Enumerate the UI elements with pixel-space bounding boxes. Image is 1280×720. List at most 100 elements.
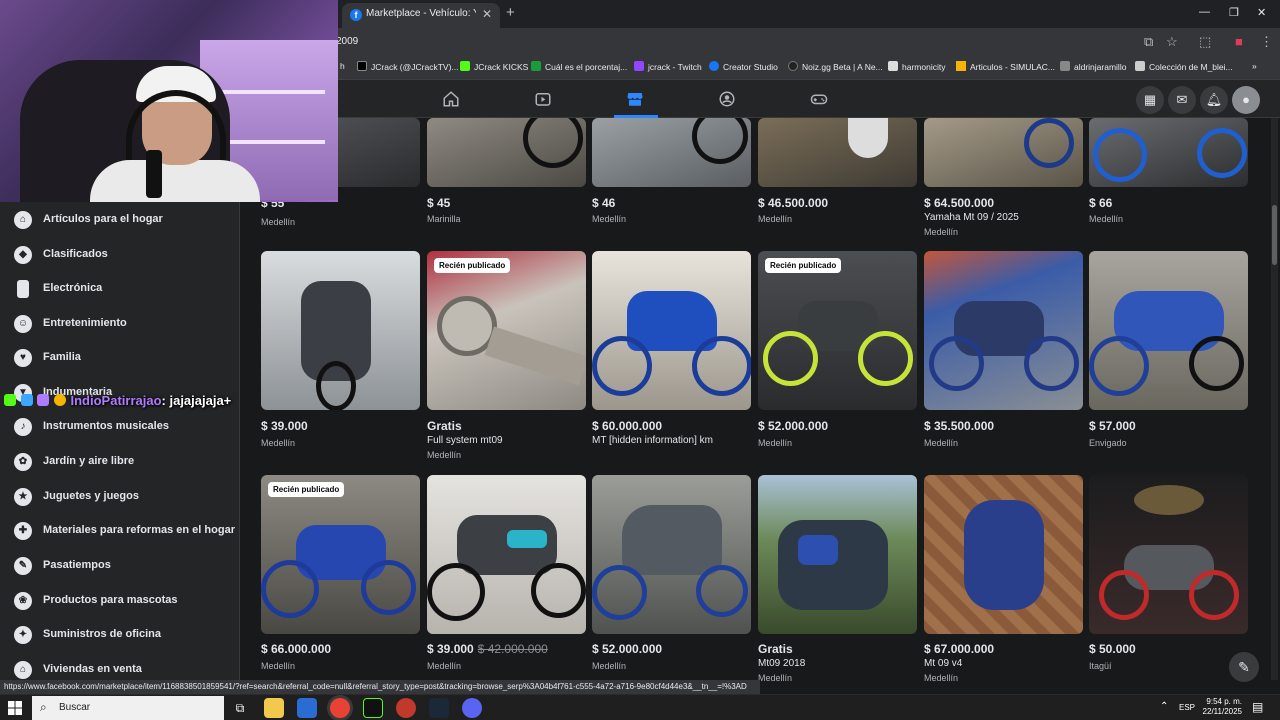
people-icon: ☺ (14, 315, 32, 333)
wheel-shape (361, 560, 416, 615)
wheel-shape (1197, 128, 1247, 178)
listing-photo (427, 118, 586, 187)
video-icon[interactable] (534, 90, 552, 108)
steam-icon[interactable] (429, 698, 449, 718)
search-placeholder: Buscar (59, 702, 91, 713)
listing-old-price: $ 42.000.000 (477, 642, 548, 656)
outlook-icon[interactable] (297, 698, 317, 718)
sidebar-item-instrumentos[interactable]: ♪ Instrumentos musicales (10, 412, 235, 442)
browser-tab[interactable]: f Marketplace - Vehículo: Ya ✕ (342, 3, 500, 28)
document-icon (1135, 61, 1145, 71)
notification-center-icon[interactable]: ▤ (1252, 700, 1263, 714)
plant-icon: ✿ (14, 453, 32, 471)
listing-price: $ 66 (1089, 196, 1113, 210)
sidebar-item-materiales[interactable]: ✚ Materiales para reformas en el hogar (10, 516, 235, 546)
bookmark-item[interactable]: JCrack (@JCrackTV)... (357, 61, 459, 72)
sidebar-item-pasatiempos[interactable]: ✎ Pasatiempos (10, 551, 235, 581)
bookmark-item[interactable]: jcrack - Twitch (634, 61, 702, 72)
cast-icon[interactable]: ⧉ (1144, 34, 1153, 50)
tab-close-icon[interactable]: ✕ (482, 7, 492, 21)
tray-chevron-icon[interactable]: ⌃ (1160, 701, 1168, 712)
recently-published-badge: Recién publicado (268, 482, 345, 497)
bookmark-item[interactable]: Colección de M_blei... (1135, 61, 1233, 72)
bookmark-item[interactable]: Cuál es el porcentaj... (531, 61, 627, 72)
page-scrollbar-thumb[interactable] (1272, 205, 1277, 265)
listing-location: Marinilla (427, 214, 461, 224)
gaming-icon[interactable] (810, 90, 828, 108)
profile-extension-icon[interactable]: ■ (1235, 34, 1243, 49)
task-view-icon[interactable]: ⧉ (230, 698, 250, 718)
wheel-shape (692, 336, 751, 396)
discord-icon[interactable] (462, 698, 482, 718)
more-bookmarks-icon[interactable]: » (1252, 61, 1257, 71)
extensions-icon[interactable]: ⬚ (1199, 34, 1211, 50)
listing-price: $ 39.000 (261, 419, 308, 433)
new-tab-icon[interactable]: + (506, 4, 515, 21)
site-favicon-icon (531, 61, 541, 71)
listing-price: $ 45 (427, 196, 451, 210)
wheel-shape (929, 336, 984, 391)
emote-badge-icon (37, 394, 50, 406)
noiz-logo-icon (788, 61, 798, 71)
shop-logo-shape (1134, 485, 1204, 515)
listing-location: Medellín (261, 438, 296, 448)
wheel-shape (692, 118, 748, 164)
microphone-icon (146, 150, 162, 198)
page-scrollbar-track[interactable] (1271, 118, 1278, 680)
chrome-icon[interactable] (330, 698, 350, 718)
messenger-icon[interactable]: ✉ (1168, 86, 1196, 114)
listing-location: Medellín (427, 661, 462, 671)
paw-icon: ❀ (14, 592, 32, 610)
browser-menu-icon[interactable]: ⋮ (1260, 34, 1273, 50)
sidebar-item-familia[interactable]: ♥ Familia (10, 343, 235, 373)
bookmark-item[interactable]: harmonicity (888, 61, 945, 72)
groups-icon[interactable] (718, 90, 736, 108)
minimize-icon[interactable]: — (1199, 6, 1210, 18)
wheel-shape (1093, 128, 1147, 182)
motorcycle-shape (622, 505, 722, 575)
bookmark-item[interactable]: h (340, 61, 345, 71)
notifications-bell-icon[interactable]: 🔔︎ (1200, 86, 1228, 114)
compose-message-icon[interactable]: ✎ (1229, 652, 1259, 682)
bookmark-item[interactable]: Creator Studio (709, 61, 778, 72)
wheel-shape (592, 565, 647, 620)
search-icon: ⌕ (40, 700, 47, 714)
marketplace-icon[interactable] (626, 90, 644, 108)
bookmark-item[interactable]: JCrack KICKS (460, 61, 528, 72)
windows-start-icon[interactable] (8, 701, 22, 715)
sidebar-item-juguetes[interactable]: ★ Juguetes y juegos (10, 482, 235, 512)
restore-icon[interactable]: ❐ (1229, 6, 1239, 19)
tray-language[interactable]: ESP (1179, 703, 1195, 712)
sidebar-item-hogar[interactable]: ⌂ Artículos para el hogar (10, 205, 235, 235)
listing-location: Medellín (758, 673, 793, 683)
sidebar-item-oficina[interactable]: ✦ Suministros de oficina (10, 620, 235, 650)
terminal-icon[interactable] (363, 698, 383, 718)
listing-price: $ 46 (592, 196, 616, 210)
listing-title: Yamaha Mt 09 / 2025 (924, 212, 1019, 223)
url-text[interactable]: 2009 (336, 36, 358, 47)
sidebar-item-clasificados[interactable]: ◆ Clasificados (10, 240, 235, 270)
listing-photo (592, 251, 751, 410)
taskbar-search-box[interactable]: ⌕ Buscar (32, 696, 224, 720)
streamer-webcam-overlay (0, 0, 338, 202)
tray-date[interactable]: 22/11/2025 (1200, 707, 1242, 716)
x-logo-icon (357, 61, 367, 71)
sidebar-item-electronica[interactable]: Electrónica (10, 274, 235, 304)
bookmark-star-icon[interactable]: ☆ (1166, 34, 1178, 50)
wheel-shape (1024, 336, 1079, 391)
brush-icon: ✎ (14, 557, 32, 575)
sidebar-item-entretenimiento[interactable]: ☺ Entretenimiento (10, 309, 235, 339)
file-explorer-icon[interactable] (264, 698, 284, 718)
menu-grid-icon[interactable]: ▦ (1136, 86, 1164, 114)
bookmark-item[interactable]: Articulos - SIMULAC... (956, 61, 1055, 72)
sidebar-item-jardin[interactable]: ✿ Jardín y aire libre (10, 447, 235, 477)
bookmark-item[interactable]: aldrinjaramillo (1060, 61, 1126, 72)
close-window-icon[interactable]: ✕ (1257, 6, 1266, 19)
profile-avatar[interactable]: ● (1232, 86, 1260, 114)
bookmark-item[interactable]: Noiz.gg Beta | A Ne... (788, 61, 883, 72)
home-icon[interactable] (442, 90, 460, 108)
tray-time[interactable]: 9:54 p. m. (1202, 697, 1242, 706)
sidebar-item-mascotas[interactable]: ❀ Productos para mascotas (10, 586, 235, 616)
listing-price: $ 66.000.000 (261, 642, 332, 656)
media-app-icon[interactable] (396, 698, 416, 718)
